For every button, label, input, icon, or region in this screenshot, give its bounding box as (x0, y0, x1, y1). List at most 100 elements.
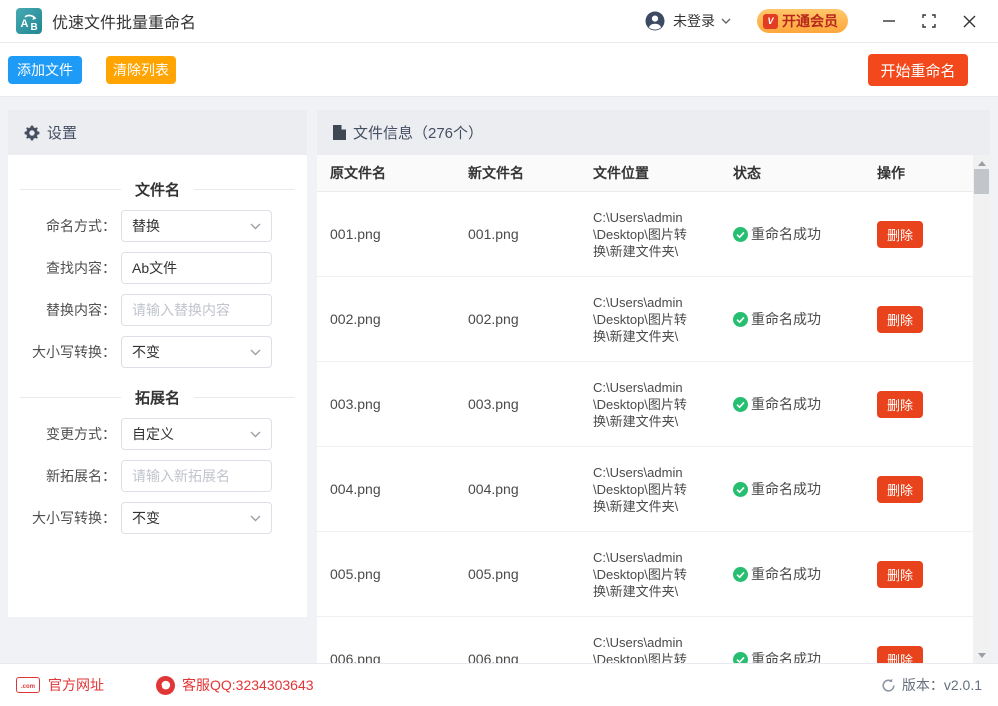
file-panel-title: 文件信息（276个） (353, 122, 483, 143)
maximize-button[interactable] (916, 8, 942, 34)
cell-location: C:\Users\admin\Desktop\图片转换\新建文件夹\ (593, 464, 692, 515)
new-extension-label: 新拓展名： (8, 466, 116, 486)
col-action: 操作 (877, 163, 973, 183)
customer-service-link[interactable]: 客服QQ:3234303643 (156, 675, 314, 695)
cell-location: C:\Users\admin\Desktop\图片转换\新建文件夹\ (593, 634, 692, 664)
app-title: 优速文件批量重命名 (52, 9, 196, 33)
toolbar: 添加文件 清除列表 开始重命名 (0, 44, 998, 97)
col-original-name: 原文件名 (330, 163, 468, 183)
cell-new-name: 003.png (468, 396, 593, 412)
main-area: 设置 文件名 命名方式： 替换 查找内容： 替换内容： (0, 97, 998, 663)
vertical-scrollbar[interactable] (973, 155, 990, 663)
settings-panel-title: 设置 (47, 122, 77, 143)
status-text: 重命名成功 (751, 309, 821, 329)
table-row: 004.png 004.png C:\Users\admin\Desktop\图… (317, 447, 973, 532)
add-files-button[interactable]: 添加文件 (8, 56, 82, 84)
chevron-down-icon (250, 223, 261, 230)
login-status-text: 未登录 (673, 11, 715, 31)
delete-button[interactable]: 删除 (877, 391, 923, 418)
website-icon: .com (16, 677, 40, 693)
gear-icon (24, 125, 40, 141)
col-new-name: 新文件名 (468, 163, 593, 183)
app-logo-icon: A B (16, 8, 42, 34)
delete-button[interactable]: 删除 (877, 476, 923, 503)
extension-case-select[interactable]: 不变 (121, 502, 272, 534)
settings-panel-header: 设置 (8, 110, 307, 155)
naming-method-value: 替换 (132, 216, 160, 236)
naming-method-select[interactable]: 替换 (121, 210, 272, 242)
naming-method-label: 命名方式： (8, 216, 116, 236)
scroll-down-arrow[interactable] (973, 647, 990, 663)
change-method-select[interactable]: 自定义 (121, 418, 272, 450)
success-check-icon (733, 397, 748, 412)
refresh-icon[interactable] (881, 678, 896, 693)
close-button[interactable] (956, 8, 982, 34)
file-panel-header: 文件信息（276个） (317, 110, 990, 155)
change-method-value: 自定义 (132, 424, 174, 444)
clear-list-button[interactable]: 清除列表 (106, 56, 176, 84)
col-location: 文件位置 (593, 163, 733, 183)
success-check-icon (733, 227, 748, 242)
col-status: 状态 (733, 163, 877, 183)
change-method-row: 变更方式： 自定义 (8, 413, 307, 455)
filename-case-select[interactable]: 不变 (121, 336, 272, 368)
cell-location: C:\Users\admin\Desktop\图片转换\新建文件夹\ (593, 379, 692, 430)
cell-original-name: 003.png (330, 396, 468, 412)
headset-icon (156, 676, 175, 695)
delete-button[interactable]: 删除 (877, 646, 923, 664)
cell-new-name: 005.png (468, 566, 593, 582)
user-menu[interactable]: 未登录 (645, 11, 731, 31)
new-extension-input[interactable] (121, 460, 272, 492)
cell-new-name: 002.png (468, 311, 593, 327)
user-avatar-icon (645, 11, 665, 31)
replace-content-input[interactable] (121, 294, 272, 326)
table-row: 006.png 006.png C:\Users\admin\Desktop\图… (317, 617, 973, 663)
filename-case-value: 不变 (132, 342, 160, 362)
open-vip-button[interactable]: V 开通会员 (757, 9, 848, 33)
status-text: 重命名成功 (751, 564, 821, 584)
chevron-down-icon (250, 349, 261, 356)
cell-original-name: 002.png (330, 311, 468, 327)
customer-service-label: 客服QQ:3234303643 (182, 675, 314, 695)
cell-new-name: 001.png (468, 226, 593, 242)
cell-location: C:\Users\admin\Desktop\图片转换\新建文件夹\ (593, 209, 692, 260)
settings-panel: 设置 文件名 命名方式： 替换 查找内容： 替换内容： (8, 110, 307, 617)
naming-method-row: 命名方式： 替换 (8, 205, 307, 247)
status-text: 重命名成功 (751, 649, 821, 663)
cell-original-name: 001.png (330, 226, 468, 242)
find-content-input[interactable] (121, 252, 272, 284)
success-check-icon (733, 312, 748, 327)
vip-label: 开通会员 (782, 11, 838, 31)
scrollbar-thumb[interactable] (974, 169, 989, 194)
table-row: 002.png 002.png C:\Users\admin\Desktop\图… (317, 277, 973, 362)
delete-button[interactable]: 删除 (877, 221, 923, 248)
delete-button[interactable]: 删除 (877, 561, 923, 588)
official-website-label: 官方网址 (48, 675, 104, 695)
svg-text:A: A (21, 18, 29, 30)
success-check-icon (733, 482, 748, 497)
table-row: 005.png 005.png C:\Users\admin\Desktop\图… (317, 532, 973, 617)
filename-case-row: 大小写转换： 不变 (8, 331, 307, 373)
status-text: 重命名成功 (751, 224, 821, 244)
version-label: 版本：v2.0.1 (902, 675, 982, 695)
replace-content-label: 替换内容： (8, 300, 116, 320)
extension-section-title: 拓展名 (20, 381, 295, 413)
delete-button[interactable]: 删除 (877, 306, 923, 333)
success-check-icon (733, 567, 748, 582)
cell-new-name: 004.png (468, 481, 593, 497)
svg-text:B: B (31, 22, 38, 33)
vip-icon: V (763, 14, 778, 29)
cell-original-name: 006.png (330, 651, 468, 663)
file-table: 原文件名 新文件名 文件位置 状态 操作 001.png 001.png C:\… (317, 155, 973, 663)
official-website-link[interactable]: .com 官方网址 (16, 675, 104, 695)
minimize-button[interactable] (876, 8, 902, 34)
extension-case-value: 不变 (132, 508, 160, 528)
success-check-icon (733, 652, 748, 664)
start-rename-button[interactable]: 开始重命名 (868, 54, 968, 86)
version-info: 版本：v2.0.1 (881, 675, 982, 695)
chevron-down-icon (250, 431, 261, 438)
status-text: 重命名成功 (751, 394, 821, 414)
replace-content-row: 替换内容： (8, 289, 307, 331)
status-text: 重命名成功 (751, 479, 821, 499)
table-row: 001.png 001.png C:\Users\admin\Desktop\图… (317, 192, 973, 277)
